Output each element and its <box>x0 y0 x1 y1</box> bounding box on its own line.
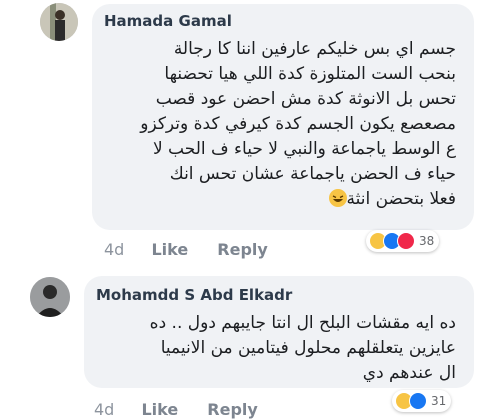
comment-actions: 4d Like Reply <box>104 240 292 259</box>
comment-actions: 4d Like Reply <box>94 400 282 419</box>
reply-button[interactable]: Reply <box>207 400 258 419</box>
comment-bubble: Mohamdd S Abd Elkadr ده ايه مقشات البلح … <box>84 276 474 388</box>
author-name[interactable]: Hamada Gamal <box>104 12 232 30</box>
avatar[interactable] <box>40 3 78 41</box>
like-reaction-icon <box>409 392 427 410</box>
comment-line: جسم اي بس خليكم عارفين اننا كا رجالة <box>173 39 456 59</box>
comment-line: عايزين يتعلقلهم محلول فيتامين من الانيمي… <box>160 338 456 358</box>
reactions-summary[interactable]: 38 <box>366 230 440 252</box>
comment-age[interactable]: 4d <box>104 240 124 259</box>
like-button[interactable]: Like <box>141 400 178 419</box>
comment-text: جسم اي بس خليكم عارفين اننا كا رجالة بنح… <box>140 37 456 212</box>
user-photo-icon <box>40 3 78 41</box>
laughing-emoji-icon <box>328 189 347 207</box>
comment-line: مصعصع يكون الجسم كدة كيرفي كدة وتركزو <box>140 114 456 134</box>
comment-line: ع الوسط ياجماعة والنبي لا حياء ف الحب لا <box>152 139 456 159</box>
avatar[interactable] <box>30 277 70 317</box>
comment-text: ده ايه مقشات البلح ال انتا جايبهم دول ..… <box>150 311 456 386</box>
like-button[interactable]: Like <box>151 240 188 259</box>
comment-line-last: فعلا بتحضن انثة <box>140 187 456 212</box>
comment-line: حياء ف الحضن ياجماعة عشان تحس انك <box>169 164 456 184</box>
user-photo-icon <box>30 277 70 317</box>
comment-line-text: فعلا بتحضن انثة <box>346 189 457 209</box>
author-name[interactable]: Mohamdd S Abd Elkadr <box>96 286 292 304</box>
comment-line: ده ايه مقشات البلح ال انتا جايبهم دول ..… <box>149 313 456 333</box>
comment-line: ال عندهم دي <box>362 363 456 383</box>
reply-button[interactable]: Reply <box>217 240 268 259</box>
reaction-count: 31 <box>431 394 447 408</box>
comment-line: بنحب الست المتلوزة كدة اللي هيا تحضنها <box>164 64 456 84</box>
comment-line: تحس بل الانوثة كدة مش احضن عود قصب <box>155 89 456 109</box>
love-reaction-icon <box>397 232 415 250</box>
reaction-count: 38 <box>419 234 435 248</box>
comment-age[interactable]: 4d <box>94 400 114 419</box>
comment-bubble: Hamada Gamal جسم اي بس خليكم عارفين اننا… <box>92 4 474 230</box>
reactions-summary[interactable]: 31 <box>392 390 452 412</box>
